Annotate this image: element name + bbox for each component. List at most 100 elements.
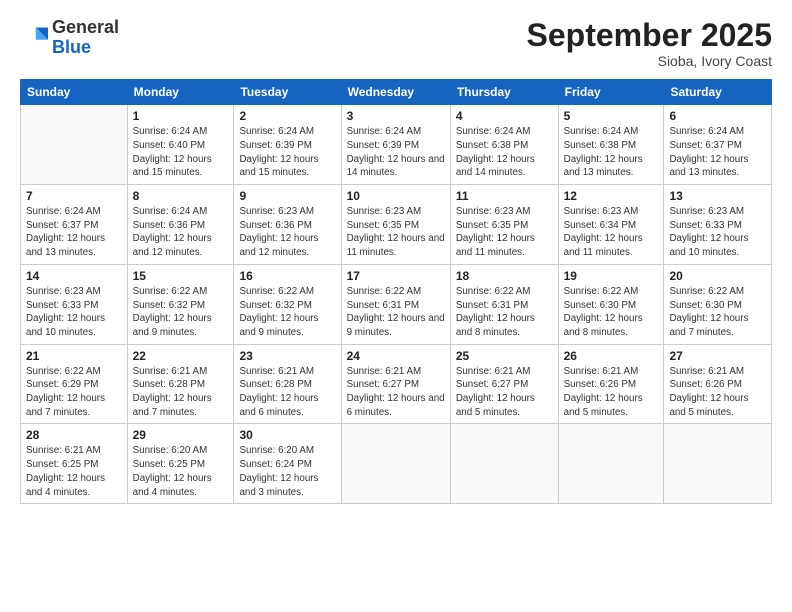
day-info: Sunrise: 6:22 AM Sunset: 6:31 PM Dayligh… [456, 285, 553, 340]
table-row: 9 Sunrise: 6:23 AM Sunset: 6:36 PM Daylig… [234, 185, 341, 265]
day-number: 7 [26, 189, 122, 203]
table-row: 21 Sunrise: 6:22 AM Sunset: 6:29 PM Dayli… [21, 344, 128, 424]
table-row: 11 Sunrise: 6:23 AM Sunset: 6:35 PM Dayli… [450, 185, 558, 265]
day-number: 13 [669, 189, 766, 203]
table-row: 28 Sunrise: 6:21 AM Sunset: 6:25 PM Dayli… [21, 424, 128, 504]
day-number: 11 [456, 189, 553, 203]
day-number: 10 [347, 189, 445, 203]
day-info: Sunrise: 6:24 AM Sunset: 6:38 PM Dayligh… [564, 125, 659, 180]
table-row: 30 Sunrise: 6:20 AM Sunset: 6:24 PM Dayli… [234, 424, 341, 504]
day-number: 20 [669, 269, 766, 283]
table-row: 26 Sunrise: 6:21 AM Sunset: 6:26 PM Dayli… [558, 344, 664, 424]
day-number: 6 [669, 109, 766, 123]
logo-icon [20, 24, 48, 52]
logo-general-text: General [52, 18, 119, 38]
title-block: September 2025 Sioba, Ivory Coast [527, 18, 772, 69]
day-info: Sunrise: 6:22 AM Sunset: 6:30 PM Dayligh… [669, 285, 766, 340]
col-wednesday: Wednesday [341, 80, 450, 105]
day-info: Sunrise: 6:21 AM Sunset: 6:28 PM Dayligh… [239, 365, 335, 420]
table-row: 5 Sunrise: 6:24 AM Sunset: 6:38 PM Daylig… [558, 105, 664, 185]
day-info: Sunrise: 6:24 AM Sunset: 6:39 PM Dayligh… [239, 125, 335, 180]
day-number: 9 [239, 189, 335, 203]
day-info: Sunrise: 6:24 AM Sunset: 6:39 PM Dayligh… [347, 125, 445, 180]
day-number: 1 [133, 109, 229, 123]
day-info: Sunrise: 6:20 AM Sunset: 6:24 PM Dayligh… [239, 444, 335, 499]
col-friday: Friday [558, 80, 664, 105]
day-number: 25 [456, 349, 553, 363]
day-info: Sunrise: 6:23 AM Sunset: 6:35 PM Dayligh… [347, 205, 445, 260]
table-row: 8 Sunrise: 6:24 AM Sunset: 6:36 PM Daylig… [127, 185, 234, 265]
day-info: Sunrise: 6:22 AM Sunset: 6:32 PM Dayligh… [133, 285, 229, 340]
table-row: 10 Sunrise: 6:23 AM Sunset: 6:35 PM Dayli… [341, 185, 450, 265]
day-number: 26 [564, 349, 659, 363]
day-info: Sunrise: 6:23 AM Sunset: 6:35 PM Dayligh… [456, 205, 553, 260]
table-row: 12 Sunrise: 6:23 AM Sunset: 6:34 PM Dayli… [558, 185, 664, 265]
day-number: 15 [133, 269, 229, 283]
table-row: 15 Sunrise: 6:22 AM Sunset: 6:32 PM Dayli… [127, 264, 234, 344]
day-number: 22 [133, 349, 229, 363]
table-row [664, 424, 772, 504]
day-number: 23 [239, 349, 335, 363]
day-number: 27 [669, 349, 766, 363]
day-info: Sunrise: 6:23 AM Sunset: 6:36 PM Dayligh… [239, 205, 335, 260]
day-info: Sunrise: 6:22 AM Sunset: 6:31 PM Dayligh… [347, 285, 445, 340]
table-row: 25 Sunrise: 6:21 AM Sunset: 6:27 PM Dayli… [450, 344, 558, 424]
day-number: 4 [456, 109, 553, 123]
day-number: 3 [347, 109, 445, 123]
table-row: 4Sunrise: 6:24 AM Sunset: 6:38 PM Daylig… [450, 105, 558, 185]
col-saturday: Saturday [664, 80, 772, 105]
table-row: 16Sunrise: 6:22 AM Sunset: 6:32 PM Dayli… [234, 264, 341, 344]
day-number: 30 [239, 428, 335, 442]
location: Sioba, Ivory Coast [527, 53, 772, 69]
day-number: 16 [239, 269, 335, 283]
month-title: September 2025 [527, 18, 772, 53]
table-row: 18Sunrise: 6:22 AM Sunset: 6:31 PM Dayli… [450, 264, 558, 344]
day-number: 8 [133, 189, 229, 203]
table-row: 13 Sunrise: 6:23 AM Sunset: 6:33 PM Dayli… [664, 185, 772, 265]
day-number: 28 [26, 428, 122, 442]
day-info: Sunrise: 6:20 AM Sunset: 6:25 PM Dayligh… [133, 444, 229, 499]
table-row: 2 Sunrise: 6:24 AM Sunset: 6:39 PM Daylig… [234, 105, 341, 185]
day-info: Sunrise: 6:22 AM Sunset: 6:30 PM Dayligh… [564, 285, 659, 340]
day-number: 2 [239, 109, 335, 123]
col-thursday: Thursday [450, 80, 558, 105]
col-tuesday: Tuesday [234, 80, 341, 105]
day-info: Sunrise: 6:23 AM Sunset: 6:34 PM Dayligh… [564, 205, 659, 260]
table-row: 7Sunrise: 6:24 AM Sunset: 6:37 PM Daylig… [21, 185, 128, 265]
table-row: 24 Sunrise: 6:21 AM Sunset: 6:27 PM Dayli… [341, 344, 450, 424]
day-info: Sunrise: 6:23 AM Sunset: 6:33 PM Dayligh… [669, 205, 766, 260]
table-row: 6 Sunrise: 6:24 AM Sunset: 6:37 PM Daylig… [664, 105, 772, 185]
table-row: 17 Sunrise: 6:22 AM Sunset: 6:31 PM Dayli… [341, 264, 450, 344]
day-info: Sunrise: 6:24 AM Sunset: 6:37 PM Dayligh… [669, 125, 766, 180]
day-info: Sunrise: 6:21 AM Sunset: 6:26 PM Dayligh… [564, 365, 659, 420]
day-info: Sunrise: 6:21 AM Sunset: 6:27 PM Dayligh… [456, 365, 553, 420]
table-row: 1 Sunrise: 6:24 AM Sunset: 6:40 PM Daylig… [127, 105, 234, 185]
table-row: 23 Sunrise: 6:21 AM Sunset: 6:28 PM Dayli… [234, 344, 341, 424]
day-number: 5 [564, 109, 659, 123]
day-number: 17 [347, 269, 445, 283]
table-row [21, 105, 128, 185]
day-number: 21 [26, 349, 122, 363]
table-row: 20 Sunrise: 6:22 AM Sunset: 6:30 PM Dayli… [664, 264, 772, 344]
day-info: Sunrise: 6:24 AM Sunset: 6:40 PM Dayligh… [133, 125, 229, 180]
calendar-week-row: 21 Sunrise: 6:22 AM Sunset: 6:29 PM Dayli… [21, 344, 772, 424]
day-info: Sunrise: 6:24 AM Sunset: 6:36 PM Dayligh… [133, 205, 229, 260]
col-monday: Monday [127, 80, 234, 105]
table-row: 14 Sunrise: 6:23 AM Sunset: 6:33 PM Dayli… [21, 264, 128, 344]
day-number: 14 [26, 269, 122, 283]
day-info: Sunrise: 6:21 AM Sunset: 6:25 PM Dayligh… [26, 444, 122, 499]
logo: General Blue [20, 18, 119, 58]
day-info: Sunrise: 6:22 AM Sunset: 6:29 PM Dayligh… [26, 365, 122, 420]
calendar-week-row: 28 Sunrise: 6:21 AM Sunset: 6:25 PM Dayli… [21, 424, 772, 504]
page-header: General Blue September 2025 Sioba, Ivory… [20, 18, 772, 69]
table-row: 27 Sunrise: 6:21 AM Sunset: 6:26 PM Dayli… [664, 344, 772, 424]
calendar-week-row: 14 Sunrise: 6:23 AM Sunset: 6:33 PM Dayli… [21, 264, 772, 344]
logo-blue-text: Blue [52, 37, 91, 57]
table-row: 19Sunrise: 6:22 AM Sunset: 6:30 PM Dayli… [558, 264, 664, 344]
day-number: 12 [564, 189, 659, 203]
day-info: Sunrise: 6:23 AM Sunset: 6:33 PM Dayligh… [26, 285, 122, 340]
calendar-week-row: 1 Sunrise: 6:24 AM Sunset: 6:40 PM Daylig… [21, 105, 772, 185]
day-info: Sunrise: 6:21 AM Sunset: 6:27 PM Dayligh… [347, 365, 445, 420]
day-info: Sunrise: 6:21 AM Sunset: 6:26 PM Dayligh… [669, 365, 766, 420]
day-number: 24 [347, 349, 445, 363]
